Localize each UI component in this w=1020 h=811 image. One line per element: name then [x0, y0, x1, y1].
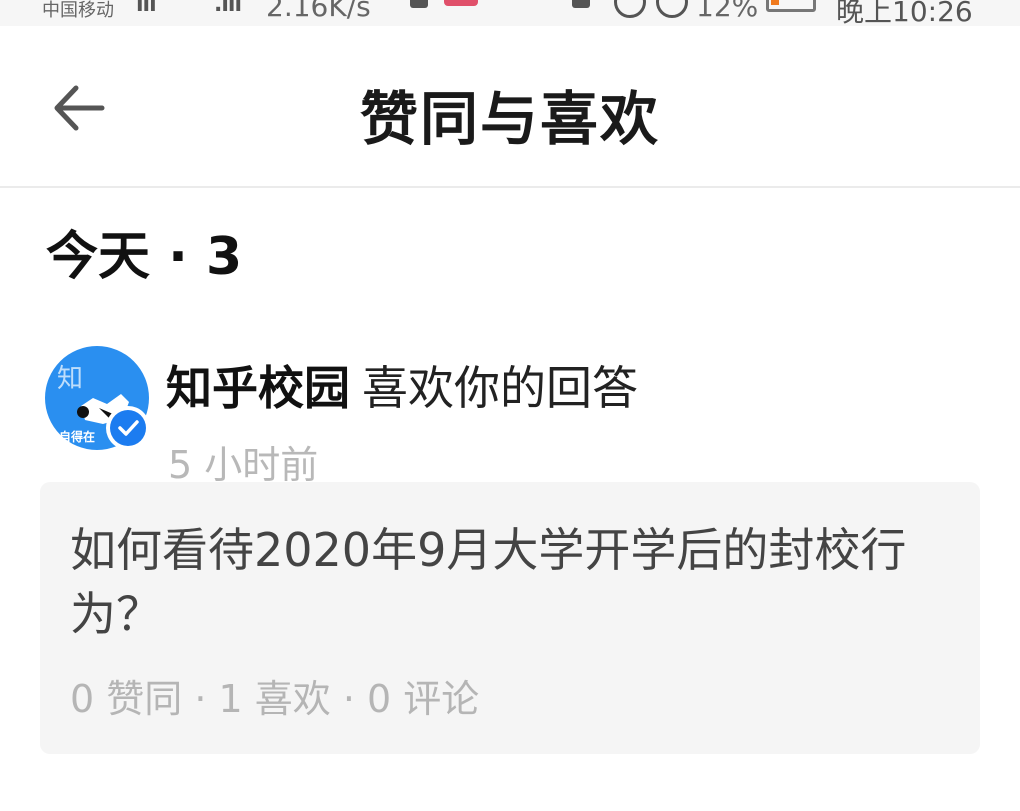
section-header-today: 今天 · 3 [46, 227, 243, 287]
battery-percent: 12% [696, 0, 759, 23]
eye-icon [614, 0, 646, 18]
checkmark-icon [118, 420, 139, 436]
answer-stats: 0 赞同 · 1 喜欢 · 0 评论 [70, 677, 480, 721]
app-badge-icon [444, 0, 478, 6]
verified-icon [106, 406, 150, 450]
notification-action: 喜欢你的回答 [362, 361, 638, 415]
status-time: 晚上10:26 [836, 0, 973, 26]
notification-time: 5 小时前 [168, 443, 319, 487]
signal-icon: ıll [136, 0, 157, 17]
sim-icon [572, 0, 590, 8]
app-header: 赞同与喜欢 [0, 26, 1020, 188]
battery-icon [766, 0, 816, 12]
answer-card[interactable]: 如何看待2020年9月大学开学后的封校行为？ 0 赞同 · 1 喜欢 · 0 评… [40, 482, 980, 754]
carrier-label: 中国移动 [42, 0, 114, 21]
alarm-icon [656, 0, 688, 18]
notification-icon [410, 0, 428, 8]
signal-icon-2: .ıll [214, 0, 242, 17]
status-bar: 中国移动 ıll .ıll 2.16K/s 12% 晚上10:26 [0, 0, 1020, 26]
page-title: 赞同与喜欢 [359, 85, 660, 153]
notification-text: 知乎校园 喜欢你的回答 [166, 352, 638, 418]
notification-item: 知 自得在 知乎校园 喜欢你的回答 5 小时前 如何看待2020年9月大学开学后的… [0, 340, 1020, 760]
avatar-tag: 自得在 [59, 430, 96, 444]
net-speed: 2.16K/s [266, 0, 371, 23]
answer-title: 如何看待2020年9月大学开学后的封校行为？ [70, 523, 907, 641]
actor-name[interactable]: 知乎校园 [166, 361, 350, 415]
